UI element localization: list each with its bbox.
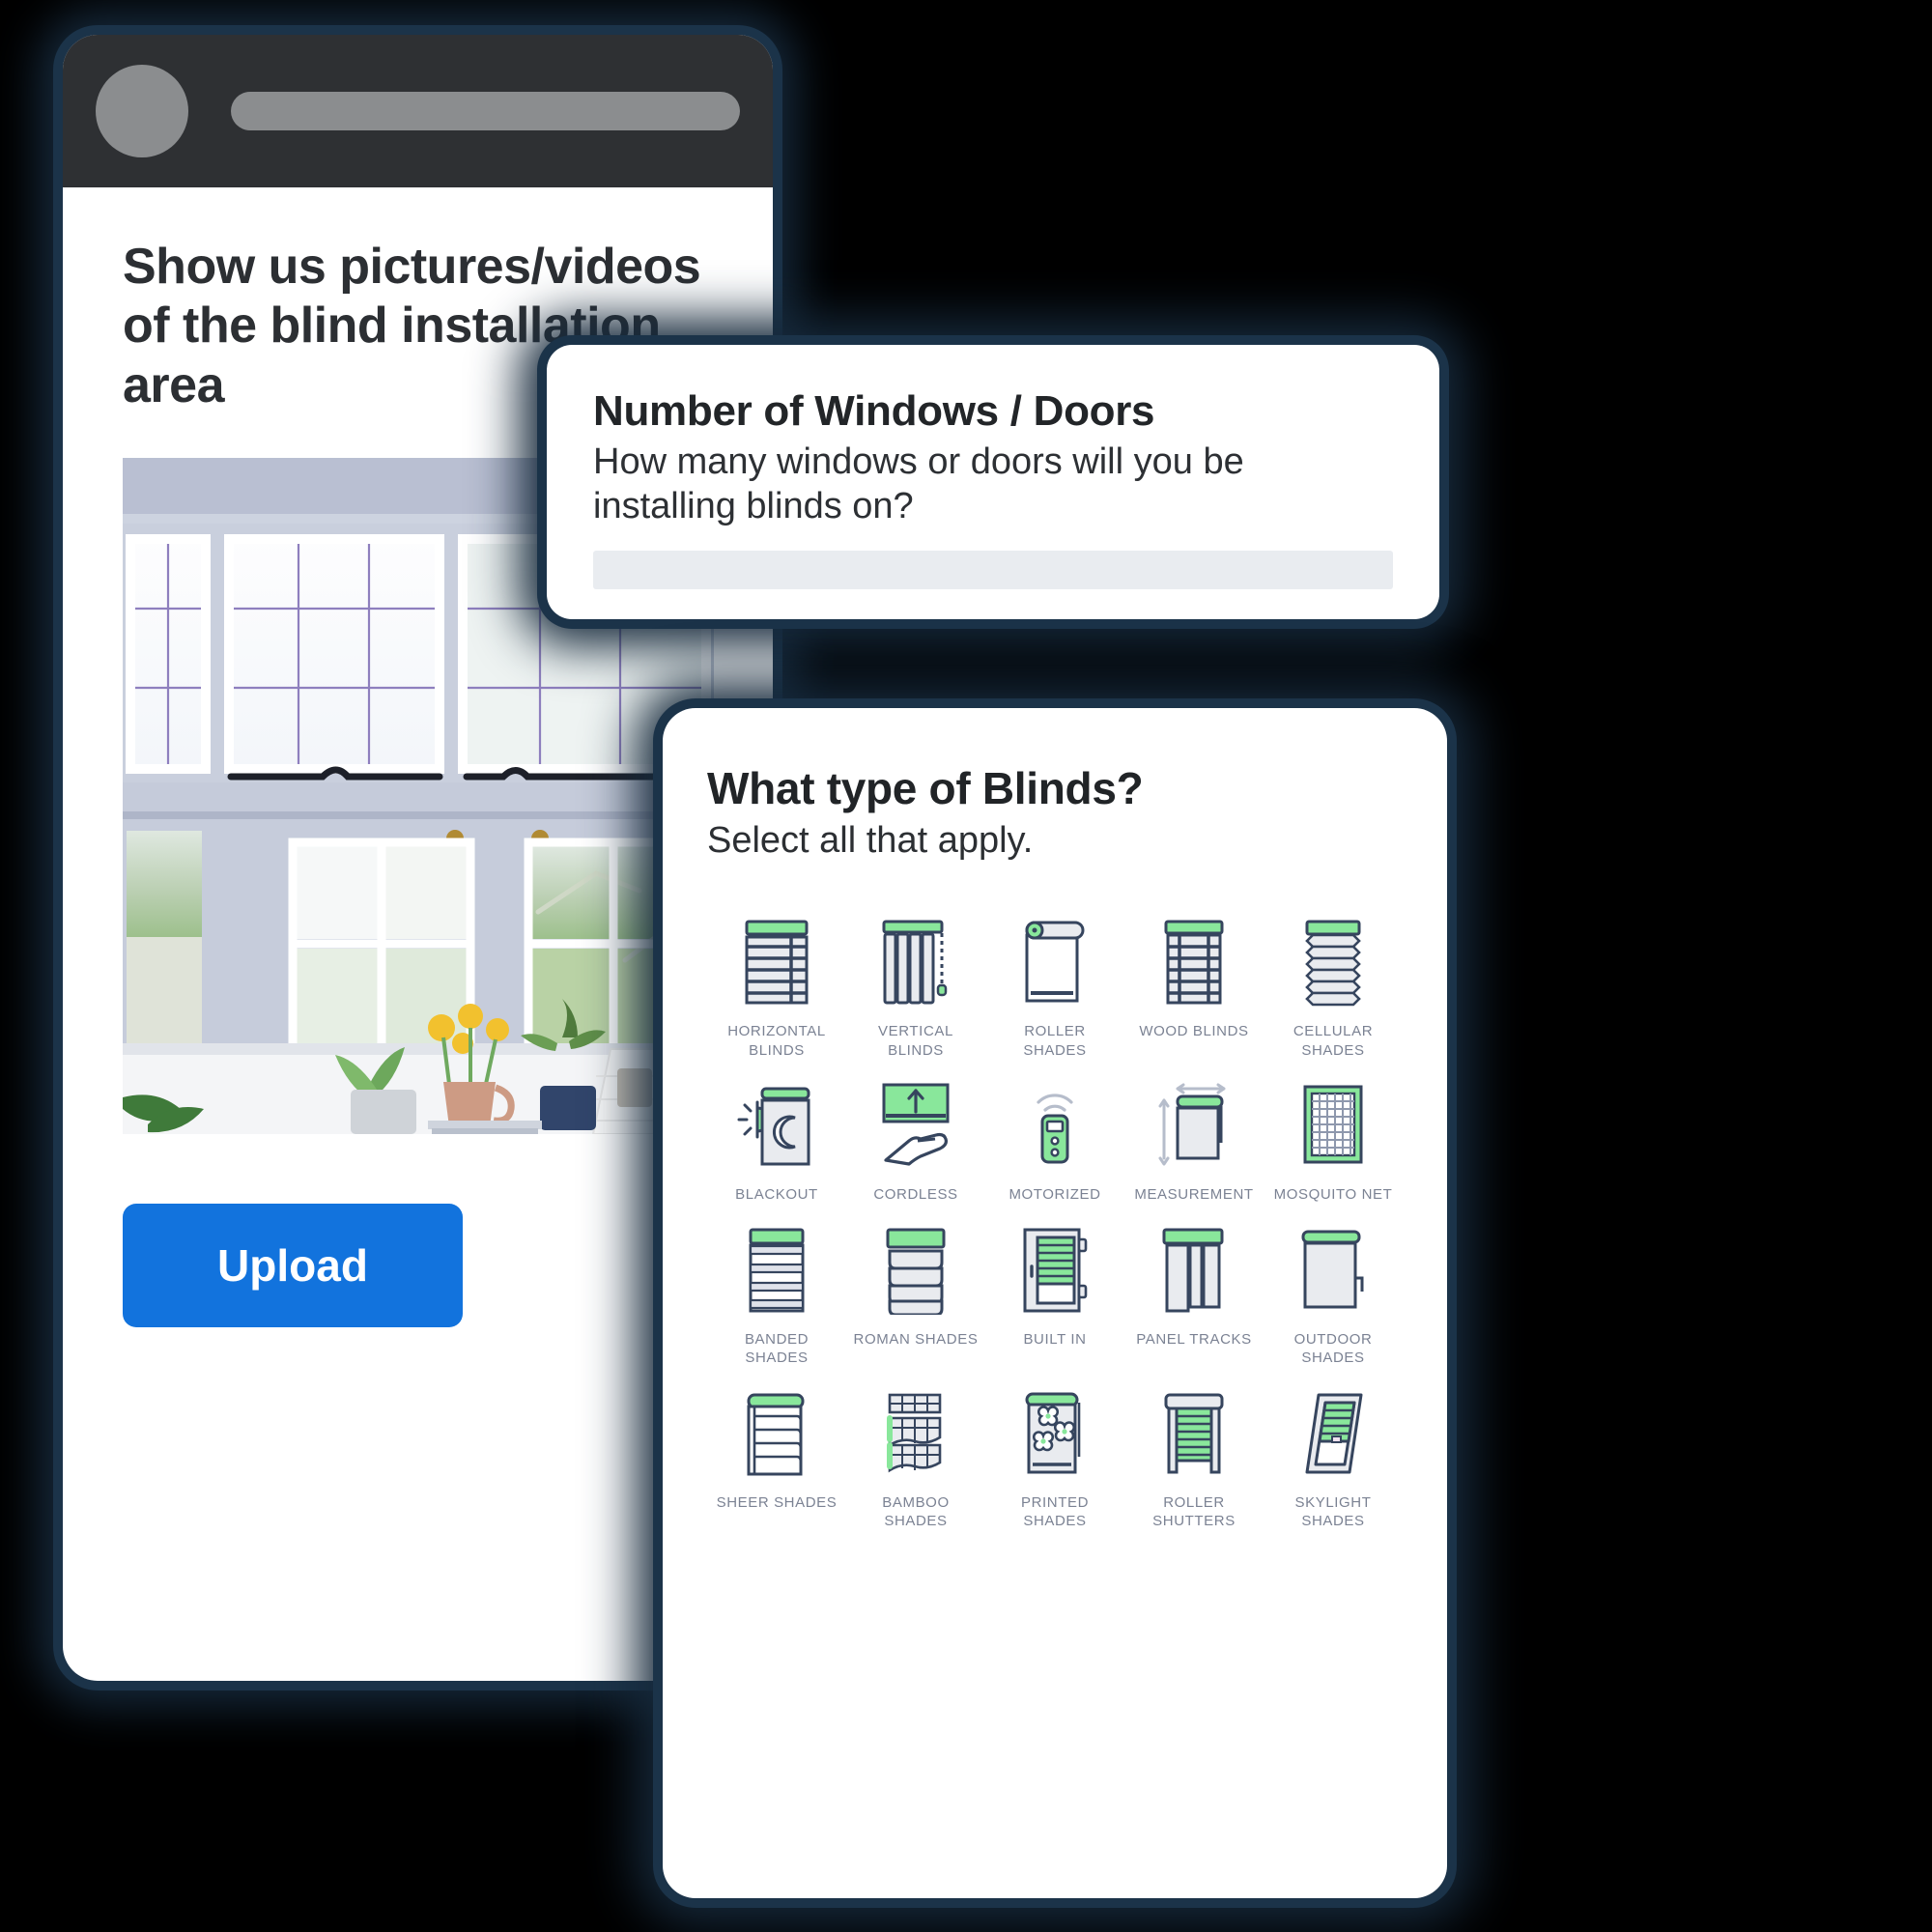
blind-option-label: OUTDOOR SHADES [1293, 1330, 1373, 1367]
blind-type-card: What type of Blinds? Select all that app… [663, 708, 1447, 1898]
blind-option-label: CELLULAR SHADES [1293, 1023, 1374, 1059]
blind-option-cellular-shades[interactable]: CELLULAR SHADES [1264, 906, 1403, 1060]
roller-shades-icon [1009, 912, 1101, 1012]
blind-type-grid: HORIZONTAL BLINDS VERTICAL BLINDS ROLLER… [707, 906, 1403, 1531]
horizontal-blinds-icon [730, 912, 823, 1012]
mosquito-net-icon [1287, 1075, 1379, 1176]
blind-option-roller-shades[interactable]: ROLLER SHADES [985, 906, 1124, 1060]
topbar-title-placeholder [231, 92, 740, 130]
blind-option-sheer-shades[interactable]: SHEER SHADES [707, 1378, 846, 1531]
blinds-card-title: What type of Blinds? [707, 763, 1144, 813]
blind-option-label: BUILT IN [1023, 1330, 1087, 1348]
blackout-icon [730, 1075, 823, 1176]
blind-option-label: BAMBOO SHADES [882, 1493, 950, 1530]
blind-option-label: VERTICAL BLINDS [878, 1023, 953, 1059]
sheer-shades-icon [730, 1383, 823, 1484]
blind-option-label: MEASUREMENT [1134, 1186, 1254, 1203]
built-in-icon [1009, 1220, 1101, 1321]
blind-option-outdoor-shades[interactable]: OUTDOOR SHADES [1264, 1214, 1403, 1368]
printed-shades-icon [1009, 1383, 1101, 1484]
blind-option-printed-shades[interactable]: PRINTED SHADES [985, 1378, 1124, 1531]
blind-option-vertical-blinds[interactable]: VERTICAL BLINDS [846, 906, 985, 1060]
blind-option-mosquito-net[interactable]: MOSQUITO NET [1264, 1069, 1403, 1205]
blind-option-label: BLACKOUT [735, 1186, 818, 1203]
cordless-icon [869, 1075, 962, 1176]
blind-option-label: WOOD BLINDS [1139, 1023, 1249, 1039]
blind-option-label: PRINTED SHADES [1020, 1493, 1090, 1530]
blind-option-label: ROLLER SHADES [1023, 1023, 1087, 1059]
windows-count-input[interactable] [593, 550, 1393, 589]
blind-option-cordless[interactable]: CORDLESS [846, 1069, 985, 1205]
blind-option-banded-shades[interactable]: BANDED SHADES [707, 1214, 846, 1368]
app-topbar [63, 35, 773, 187]
screenshot-stage: Show us pictures/videos of the blind ins… [0, 0, 1932, 1932]
roman-shades-icon [869, 1220, 962, 1321]
blind-option-label: ROLLER SHUTTERS [1152, 1493, 1236, 1530]
skylight-shades-icon [1287, 1383, 1379, 1484]
blind-option-label: ROMAN SHADES [853, 1330, 979, 1348]
cellular-shades-icon [1287, 912, 1379, 1012]
upload-button[interactable]: Upload [123, 1204, 463, 1328]
wood-blinds-icon [1148, 912, 1240, 1012]
blind-option-roman-shades[interactable]: ROMAN SHADES [846, 1214, 985, 1368]
blind-option-label: MOTORIZED [1009, 1186, 1101, 1203]
blind-option-roller-shutters[interactable]: ROLLER SHUTTERS [1124, 1378, 1264, 1531]
blind-option-blackout[interactable]: BLACKOUT [707, 1069, 846, 1205]
number-of-windows-card: Number of Windows / Doors How many windo… [547, 345, 1439, 619]
banded-shades-icon [730, 1220, 823, 1321]
roller-shutters-icon [1148, 1383, 1240, 1484]
blind-option-label: CORDLESS [873, 1186, 958, 1203]
windows-card-subtitle: How many windows or doors will you be in… [593, 441, 1244, 527]
blind-option-motorized[interactable]: MOTORIZED [985, 1069, 1124, 1205]
motorized-icon [1009, 1075, 1101, 1176]
vertical-blinds-icon [869, 912, 962, 1012]
blind-option-skylight-shades[interactable]: SKYLIGHT SHADES [1264, 1378, 1403, 1531]
blind-option-horizontal-blinds[interactable]: HORIZONTAL BLINDS [707, 906, 846, 1060]
blind-option-wood-blinds[interactable]: WOOD BLINDS [1124, 906, 1264, 1060]
blind-option-label: BANDED SHADES [744, 1330, 810, 1367]
blind-option-bamboo-shades[interactable]: BAMBOO SHADES [846, 1378, 985, 1531]
panel-tracks-icon [1148, 1220, 1240, 1321]
blinds-card-subtitle: Select all that apply. [707, 820, 1034, 861]
windows-card-title: Number of Windows / Doors [593, 387, 1155, 435]
blind-option-built-in[interactable]: BUILT IN [985, 1214, 1124, 1368]
blind-option-label: PANEL TRACKS [1136, 1330, 1252, 1348]
blind-option-label: MOSQUITO NET [1273, 1186, 1393, 1203]
blind-option-panel-tracks[interactable]: PANEL TRACKS [1124, 1214, 1264, 1368]
bamboo-shades-icon [869, 1383, 962, 1484]
outdoor-shades-icon [1287, 1220, 1379, 1321]
avatar [96, 65, 188, 157]
blind-option-label: HORIZONTAL BLINDS [727, 1023, 826, 1059]
blind-option-measurement[interactable]: MEASUREMENT [1124, 1069, 1264, 1205]
blind-option-label: SHEER SHADES [716, 1493, 838, 1511]
blind-option-label: SKYLIGHT SHADES [1294, 1493, 1372, 1530]
measurement-icon [1148, 1075, 1240, 1176]
